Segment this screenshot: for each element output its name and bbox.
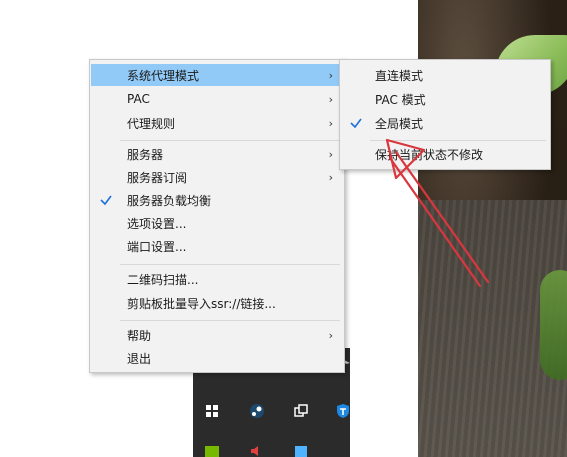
app-icon[interactable]: [292, 442, 310, 457]
submenu-item-global-mode[interactable]: 全局模式: [341, 112, 549, 134]
chevron-right-icon: ›: [328, 147, 333, 161]
chevron-right-icon: ›: [328, 92, 333, 106]
menu-item-label: 保持当前状态不修改: [375, 147, 484, 162]
menu-item-label: 服务器订阅: [127, 170, 188, 185]
menu-item-label: PAC 模式: [375, 92, 426, 107]
menu-item-servers[interactable]: 服务器 ›: [91, 143, 343, 165]
menu-item-options[interactable]: 选项设置...: [91, 212, 343, 234]
menu-item-server-subscription[interactable]: 服务器订阅 ›: [91, 166, 343, 188]
steam-icon[interactable]: [248, 402, 266, 420]
menu-separator: [120, 320, 340, 321]
submenu-proxy-mode: 直连模式 PAC 模式 全局模式 保持当前状态不修改: [339, 59, 551, 170]
menu-item-label: 全局模式: [375, 116, 424, 131]
menu-separator: [120, 264, 340, 265]
context-menu: 系统代理模式 › PAC › 代理规则 › 服务器 › 服务器订阅 › 服务器负…: [89, 59, 345, 373]
menu-item-label: 系统代理模式: [127, 68, 200, 83]
checkmark-icon: [349, 116, 363, 130]
menu-item-label: 退出: [127, 351, 152, 366]
chevron-right-icon: ›: [328, 116, 333, 130]
submenu-item-keep-state[interactable]: 保持当前状态不修改: [341, 143, 549, 165]
menu-item-qr-scan[interactable]: 二维码扫描...: [91, 268, 343, 290]
wallpaper-plant: [540, 270, 567, 380]
menu-item-label: 代理规则: [127, 116, 176, 131]
menu-item-label: 端口设置...: [127, 239, 187, 254]
nvidia-icon[interactable]: [203, 442, 221, 457]
checkmark-icon: [99, 193, 113, 207]
menu-item-load-balance[interactable]: 服务器负载均衡: [91, 189, 343, 211]
menu-separator: [120, 140, 340, 141]
menu-item-label: PAC: [127, 92, 150, 106]
copy-icon[interactable]: [292, 402, 310, 420]
menu-item-label: 二维码扫描...: [127, 272, 199, 287]
menu-item-pac[interactable]: PAC ›: [91, 88, 343, 110]
menu-item-label: 帮助: [127, 328, 152, 343]
menu-item-exit[interactable]: 退出: [91, 347, 343, 369]
chevron-right-icon: ›: [328, 68, 333, 82]
desktop: 系统代理模式 › PAC › 代理规则 › 服务器 › 服务器订阅 › 服务器负…: [0, 0, 567, 457]
menu-item-port-settings[interactable]: 端口设置...: [91, 235, 343, 257]
menu-item-help[interactable]: 帮助 ›: [91, 324, 343, 346]
submenu-item-direct[interactable]: 直连模式: [341, 64, 549, 86]
speaker-icon[interactable]: [248, 442, 266, 457]
menu-item-label: 服务器负载均衡: [127, 193, 212, 208]
windows-flag-icon[interactable]: [203, 402, 221, 420]
menu-item-label: 直连模式: [375, 68, 424, 83]
submenu-item-pac-mode[interactable]: PAC 模式: [341, 88, 549, 110]
menu-item-label: 剪贴板批量导入ssr://链接...: [127, 296, 276, 311]
menu-item-proxy-rules[interactable]: 代理规则 ›: [91, 112, 343, 134]
chevron-right-icon: ›: [328, 328, 333, 342]
shield-icon[interactable]: [334, 402, 352, 420]
chevron-right-icon: ›: [328, 170, 333, 184]
menu-item-label: 服务器: [127, 147, 164, 162]
menu-item-system-proxy-mode[interactable]: 系统代理模式 ›: [91, 64, 343, 86]
menu-item-import-clipboard[interactable]: 剪贴板批量导入ssr://链接...: [91, 292, 343, 314]
menu-separator: [370, 140, 546, 141]
menu-item-label: 选项设置...: [127, 216, 187, 231]
